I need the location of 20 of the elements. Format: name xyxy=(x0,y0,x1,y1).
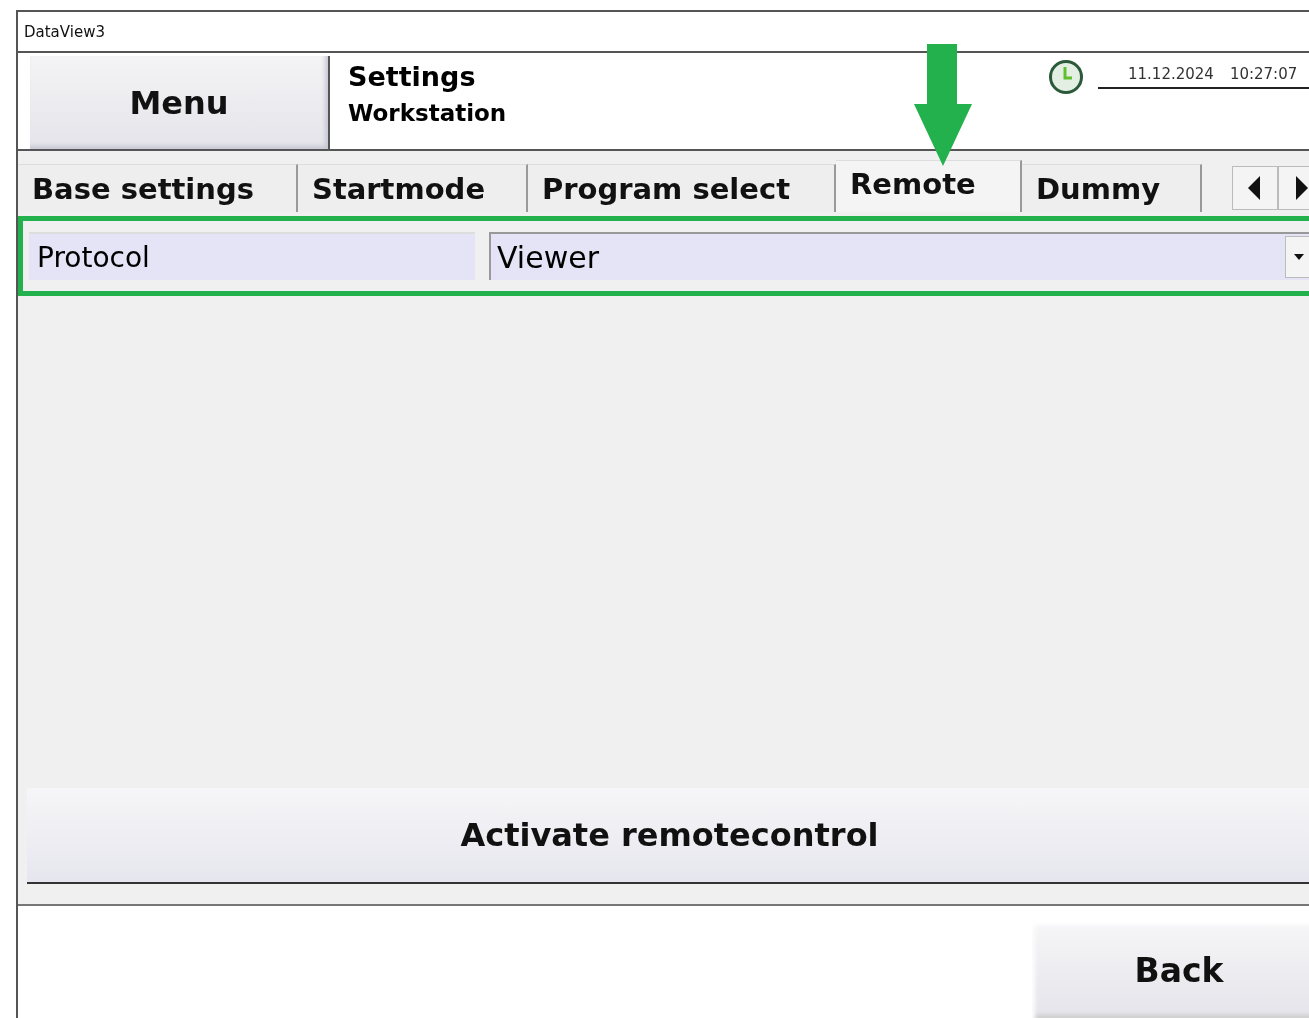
tab[interactable]: Startmode xyxy=(298,164,528,212)
date-text: 11.12.2024 xyxy=(1128,65,1214,83)
tab[interactable]: Dummy xyxy=(1022,164,1202,212)
page-subtitle: Workstation xyxy=(348,100,507,126)
left-triangle-icon xyxy=(1248,176,1262,200)
back-button[interactable]: Back xyxy=(1032,922,1309,1018)
activate-button[interactable]: Activate remotecontrol xyxy=(27,788,1309,884)
scroll-left-button[interactable] xyxy=(1232,166,1278,210)
protocol-dropdown[interactable]: Viewer xyxy=(489,232,1309,280)
page-title: Settings xyxy=(348,61,477,92)
tab[interactable]: Base settings xyxy=(18,164,298,212)
tab[interactable]: Remote xyxy=(836,160,1022,212)
window-title: DataView3 xyxy=(24,22,105,41)
menu-button[interactable]: Menu xyxy=(30,56,330,149)
right-triangle-icon xyxy=(1294,176,1308,200)
time-text: 10:27:07 xyxy=(1229,65,1298,83)
tab[interactable]: Program select xyxy=(528,164,836,212)
dropdown-caret-icon xyxy=(1294,254,1304,260)
setting-label: Protocol xyxy=(29,232,475,280)
clock-icon xyxy=(1048,59,1084,95)
